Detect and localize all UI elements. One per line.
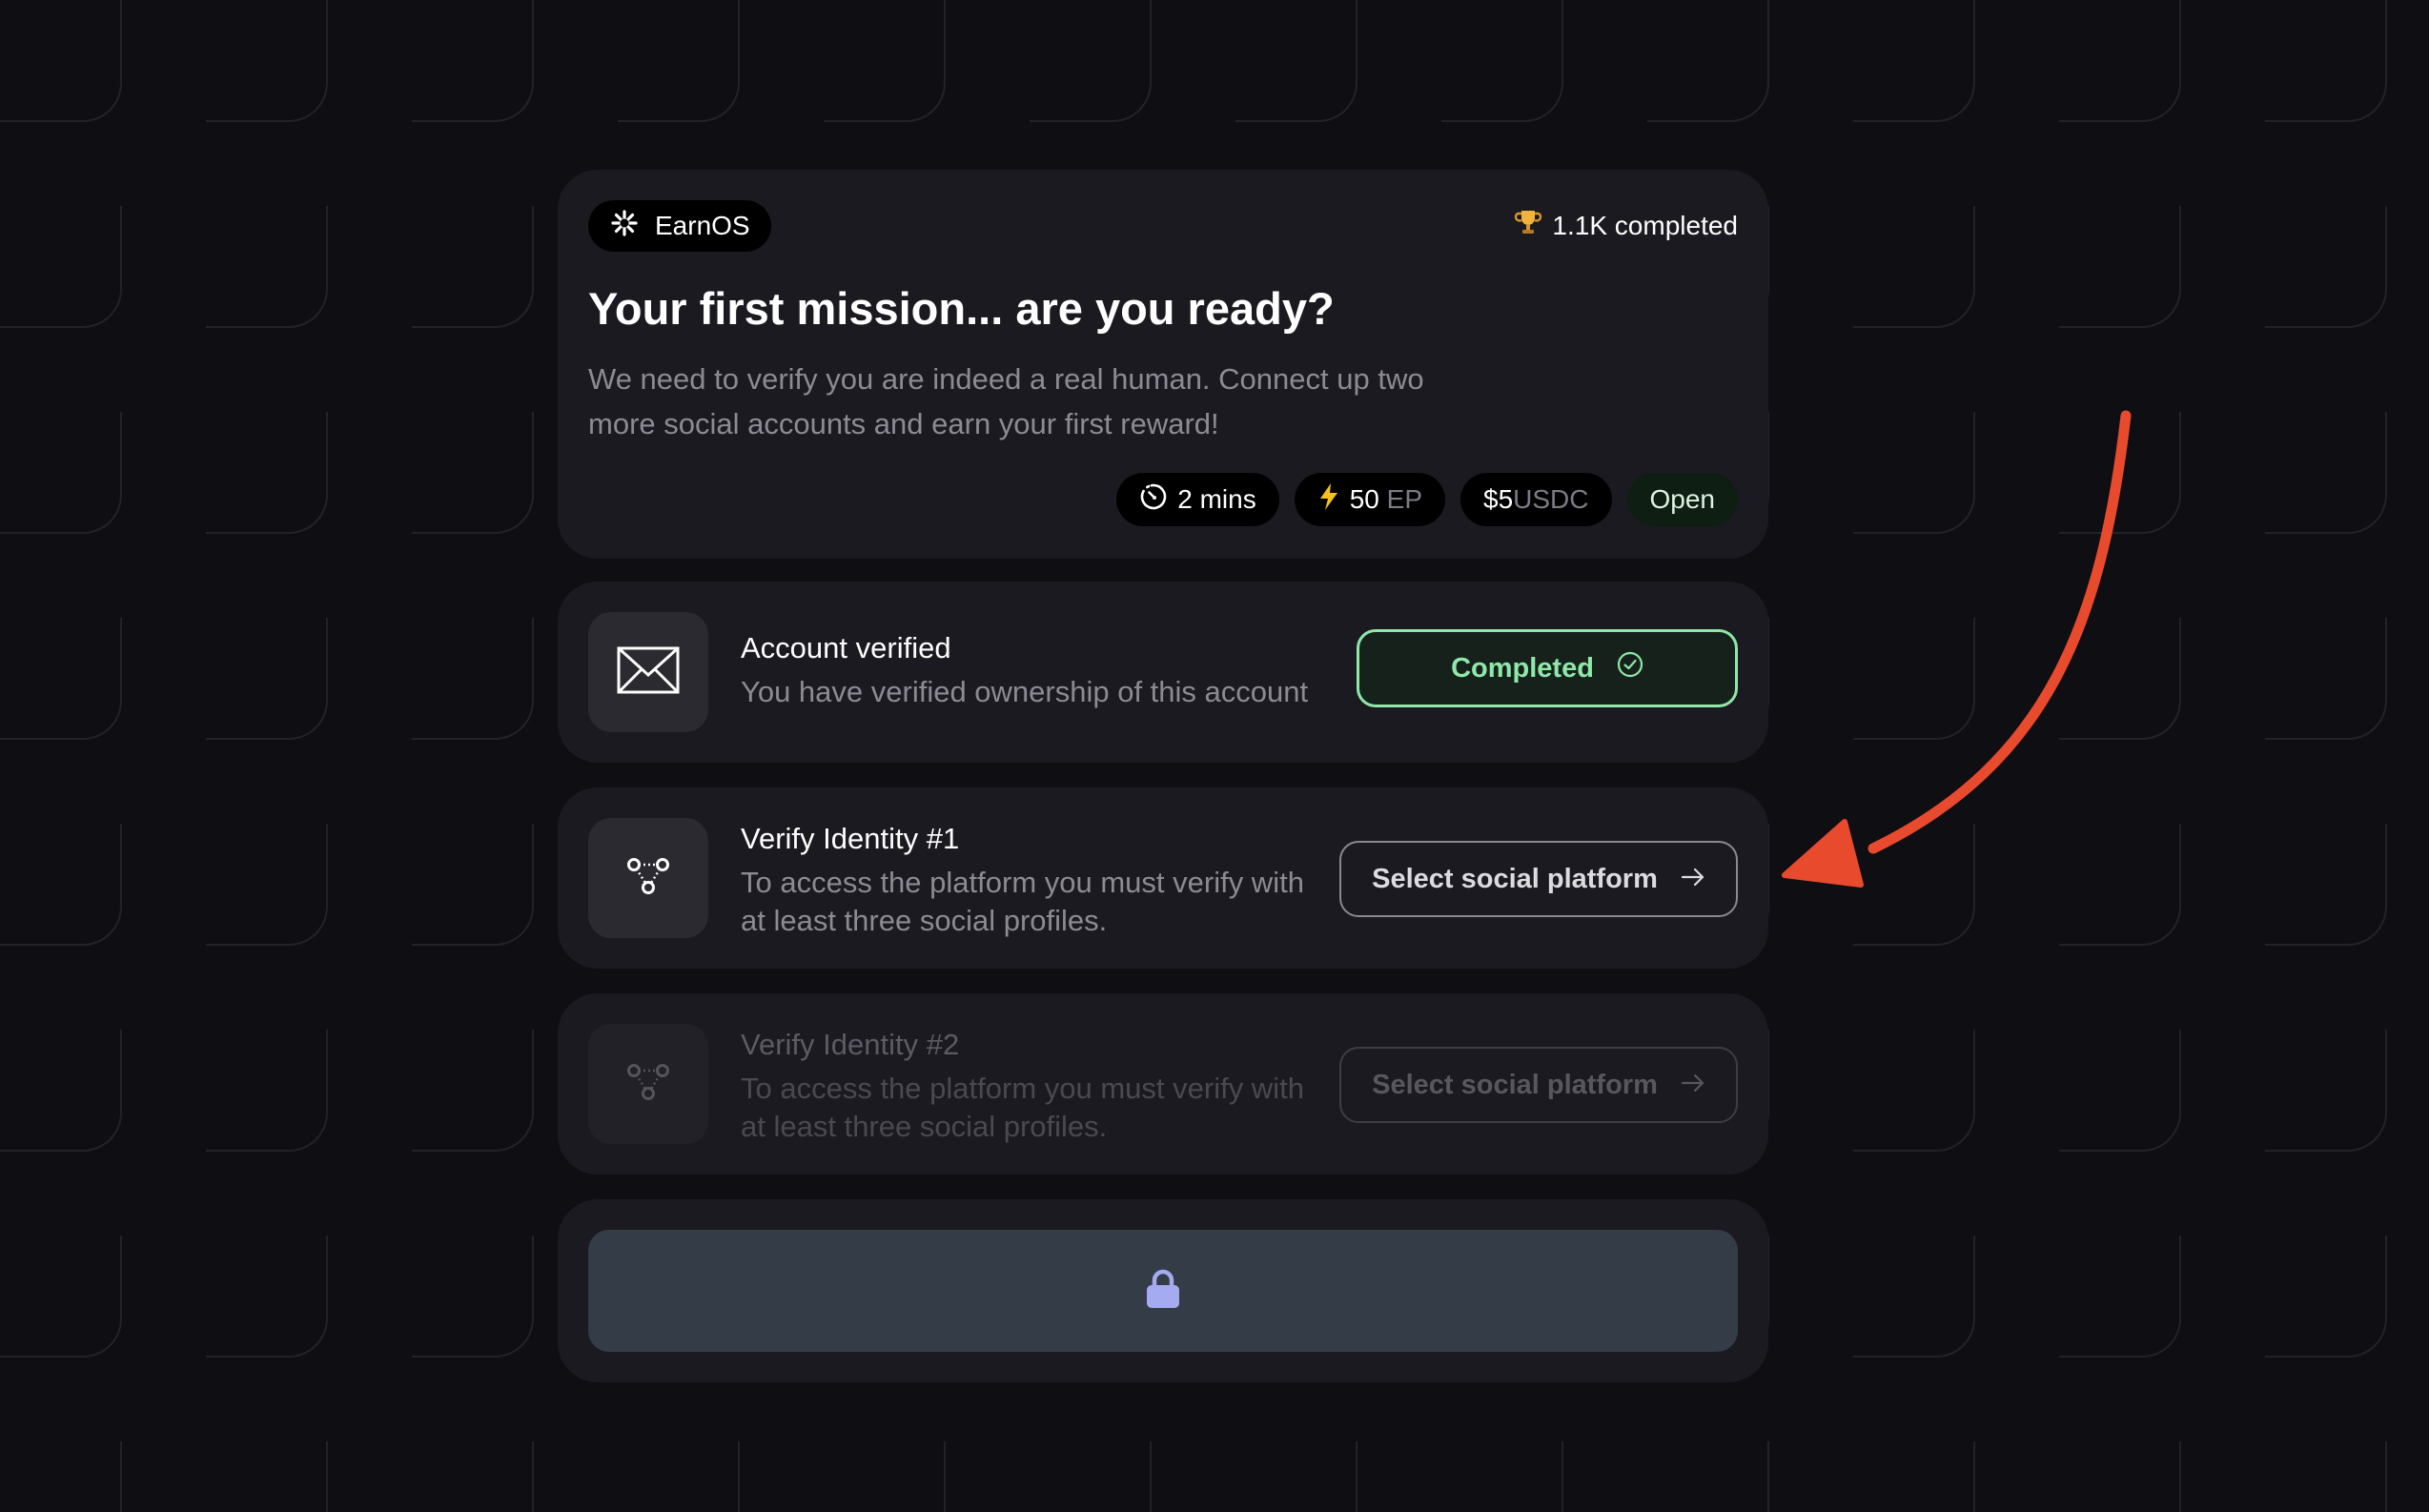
sparkle-icon	[611, 209, 638, 243]
completed-count-label: 1.1K completed	[1552, 210, 1738, 240]
completed-count: 1.1K completed	[1514, 208, 1738, 243]
lightning-icon	[1317, 482, 1340, 518]
ep-unit: EP	[1386, 484, 1422, 514]
brand-name: EarnOS	[655, 211, 750, 240]
select-social-platform-label: Select social platform	[1372, 1069, 1658, 1100]
usdc-unit: USDC	[1513, 484, 1589, 514]
duration-value: 2 mins	[1177, 484, 1256, 514]
check-circle-icon	[1617, 651, 1643, 685]
brand-badge: EarnOS	[588, 200, 771, 252]
step-verify-identity-1: Verify Identity #1 To access the platfor…	[558, 787, 1768, 969]
locked-claim-button[interactable]	[588, 1230, 1738, 1352]
step-subtitle: To access the platform you must verify w…	[741, 866, 1304, 937]
select-social-platform-label: Select social platform	[1372, 863, 1658, 894]
step-verify-identity-2: Verify Identity #2 To access the platfor…	[558, 993, 1768, 1175]
envelope-icon	[617, 646, 680, 699]
step-subtitle: To access the platform you must verify w…	[741, 1072, 1304, 1143]
select-social-platform-button-disabled: Select social platform	[1339, 1047, 1738, 1123]
claim-reward-card	[558, 1199, 1768, 1382]
mission-card: EarnOS 1.1K completed Your first mission…	[558, 170, 1768, 559]
completed-button-label: Completed	[1451, 652, 1594, 684]
ep-value: 50	[1349, 484, 1379, 514]
lock-icon	[1145, 1269, 1181, 1314]
step-title: Account verified	[741, 631, 951, 664]
timer-icon	[1139, 482, 1168, 518]
usdc-value: $5	[1483, 484, 1514, 514]
completed-button[interactable]: Completed	[1357, 629, 1738, 707]
usdc-chip: $5USDC	[1460, 473, 1612, 526]
network-icon	[624, 855, 672, 902]
network-icon	[624, 1061, 672, 1108]
step-title: Verify Identity #2	[741, 1028, 960, 1061]
network-icon-tile	[588, 1024, 708, 1144]
ep-chip: 50 EP	[1294, 473, 1445, 526]
step-account-verified: Account verified You have verified owner…	[558, 582, 1768, 763]
duration-chip: 2 mins	[1116, 473, 1279, 526]
arrow-right-icon	[1681, 1070, 1705, 1101]
mission-description: We need to verify you are indeed a real …	[588, 362, 1424, 440]
network-icon-tile	[588, 818, 708, 938]
mission-meta: 2 mins 50 EP $5USDC Open	[1116, 473, 1738, 526]
step-title: Verify Identity #1	[741, 822, 960, 855]
select-social-platform-button[interactable]: Select social platform	[1339, 841, 1738, 917]
envelope-icon-tile	[588, 612, 708, 732]
step-subtitle: You have verified ownership of this acco…	[741, 675, 1309, 708]
mission-title: Your first mission... are you ready?	[588, 283, 1335, 334]
trophy-icon	[1514, 208, 1542, 243]
status-badge: Open	[1626, 473, 1738, 526]
arrow-right-icon	[1681, 864, 1705, 895]
